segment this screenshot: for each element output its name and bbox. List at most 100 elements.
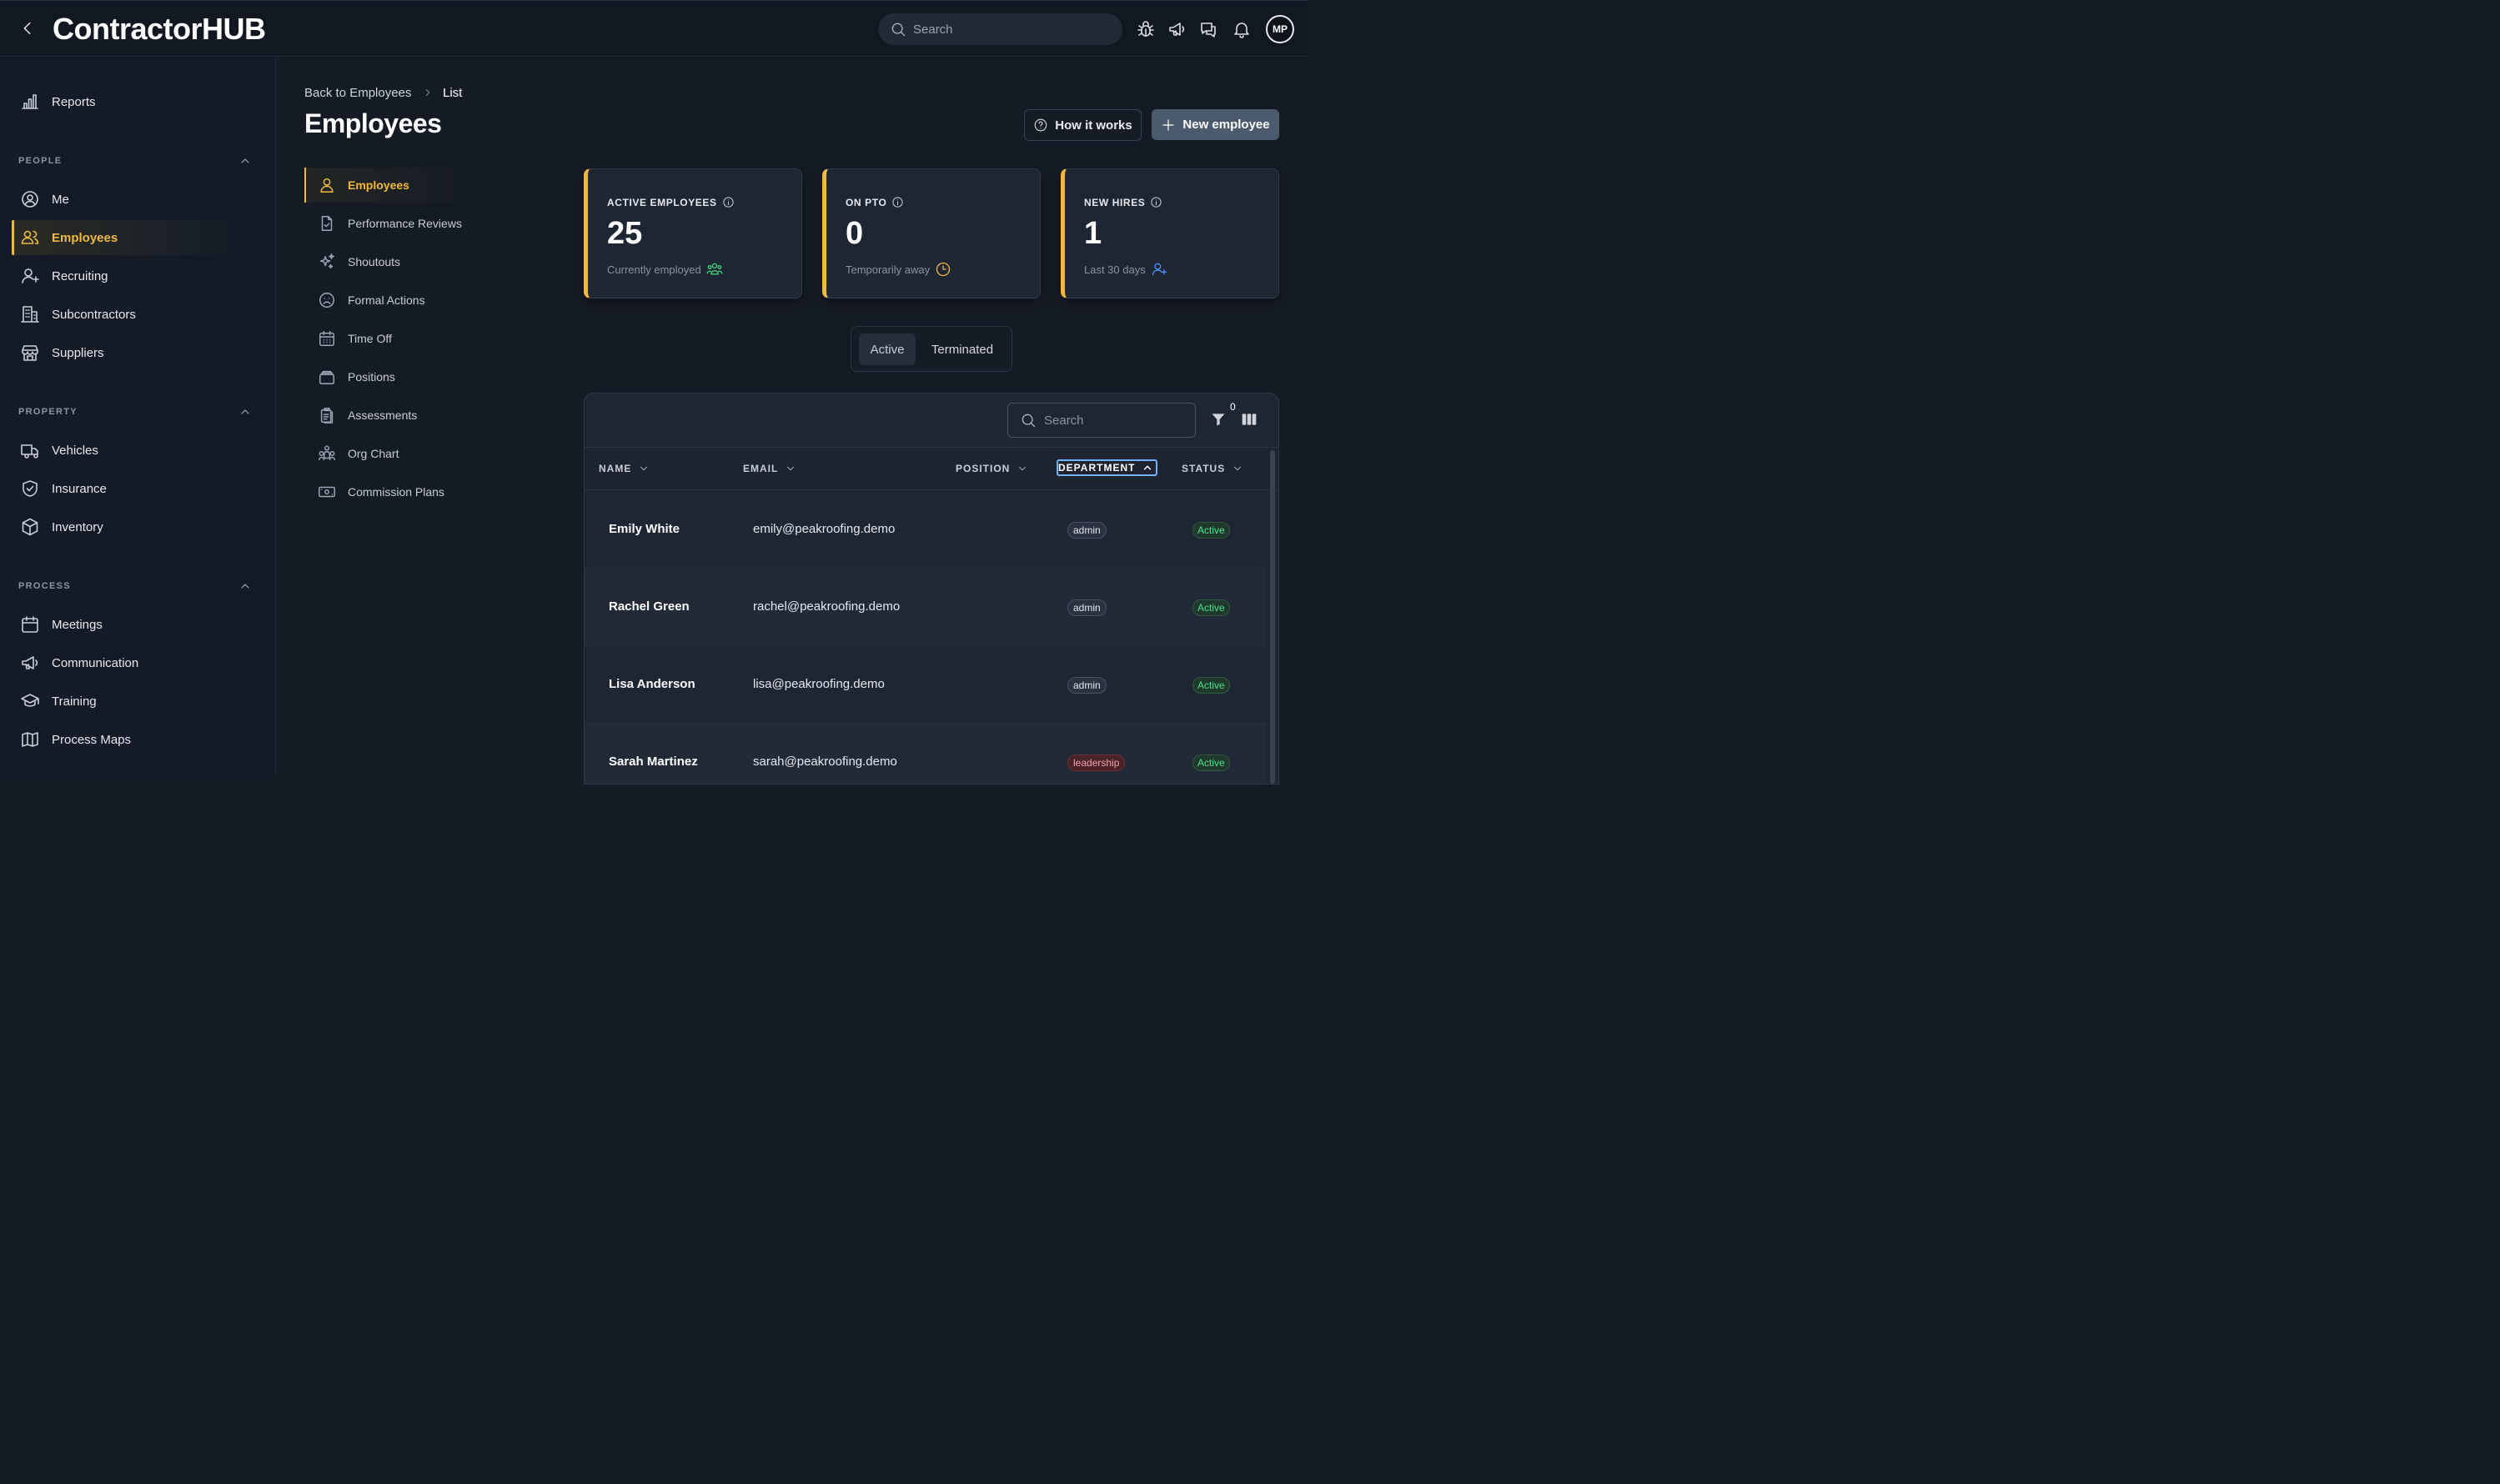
sidebar-item-meetings[interactable]: Meetings <box>12 607 250 642</box>
search-placeholder: Search <box>913 22 953 37</box>
info-icon[interactable] <box>1150 196 1162 208</box>
calendar-icon <box>319 331 334 346</box>
stat-card-new-hires: NEW HIRES 1 Last 30 days <box>1061 168 1279 298</box>
employee-name[interactable]: Emily White <box>609 522 680 536</box>
user-circle-icon <box>22 191 38 208</box>
status-badge: Active <box>1192 599 1230 616</box>
sidebar-item-vehicles[interactable]: Vehicles <box>12 433 250 468</box>
employees-table: Search 0 NAME EMAIL POSITION DEPARTMENT … <box>584 393 1279 785</box>
submenu-performance-reviews[interactable]: Performance Reviews <box>304 206 471 241</box>
table-row[interactable]: Sarah Martinez sarah@peakroofing.demo le… <box>585 724 1266 784</box>
sidebar-item-inventory[interactable]: Inventory <box>12 509 250 544</box>
submenu-org-chart[interactable]: Org Chart <box>304 436 471 471</box>
bar-chart-icon <box>22 94 38 109</box>
sidebar-item-insurance[interactable]: Insurance <box>12 471 250 506</box>
column-header-status[interactable]: STATUS <box>1182 463 1243 474</box>
layers-icon <box>319 370 334 384</box>
page-title: Employees <box>304 108 442 138</box>
submenu-formal-actions[interactable]: Formal Actions <box>304 283 471 318</box>
new-employee-button[interactable]: New employee <box>1152 109 1279 140</box>
user-icon <box>320 178 334 193</box>
megaphone-icon[interactable] <box>1167 19 1187 39</box>
building-icon <box>21 306 39 323</box>
card-value: 1 <box>1084 216 1102 251</box>
status-toggle: Active Terminated <box>851 326 1012 372</box>
user-avatar[interactable]: MP <box>1266 15 1294 43</box>
sidebar-item-employees[interactable]: Employees <box>12 220 250 255</box>
sidebar-item-process-maps[interactable]: Process Maps <box>12 722 250 757</box>
filter-icon[interactable] <box>1210 411 1227 428</box>
chevron-up-icon[interactable] <box>238 154 252 168</box>
table-scrollbar[interactable] <box>1270 450 1275 784</box>
status-badge: Active <box>1192 755 1230 771</box>
bug-icon[interactable] <box>1136 19 1156 39</box>
column-header-department[interactable]: DEPARTMENT <box>1057 459 1158 476</box>
back-arrow-icon[interactable] <box>18 19 37 38</box>
column-header-name[interactable]: NAME <box>599 463 650 474</box>
status-badge: Active <box>1192 522 1230 539</box>
sparkles-icon <box>319 253 334 269</box>
users-icon <box>21 230 39 244</box>
submenu-time-off[interactable]: Time Off <box>304 321 471 356</box>
submenu-positions[interactable]: Positions <box>304 359 471 394</box>
columns-icon[interactable] <box>1241 411 1258 428</box>
table-row[interactable]: Lisa Anderson lisa@peakroofing.demo admi… <box>585 646 1266 724</box>
table-search-placeholder: Search <box>1044 413 1084 428</box>
table-row[interactable]: Rachel Green rachel@peakroofing.demo adm… <box>585 569 1266 646</box>
how-it-works-button[interactable]: How it works <box>1024 109 1142 141</box>
sidebar: Reports PEOPLE Me Employees Recruiting S… <box>0 58 276 776</box>
toggle-active[interactable]: Active <box>859 333 916 365</box>
info-icon[interactable] <box>722 196 735 208</box>
card-value: 25 <box>607 216 643 251</box>
info-icon[interactable] <box>891 196 904 208</box>
employee-name[interactable]: Rachel Green <box>609 599 690 614</box>
column-header-position[interactable]: POSITION <box>956 463 1028 474</box>
app-logo[interactable]: ContractorHUB <box>53 12 266 47</box>
stat-card-active-employees: ACTIVE EMPLOYEES 25 Currently employed <box>584 168 802 298</box>
card-label: ACTIVE EMPLOYEES <box>607 196 717 208</box>
employee-name[interactable]: Sarah Martinez <box>609 755 698 769</box>
chevron-up-icon[interactable] <box>238 405 252 419</box>
section-label-property: PROPERTY <box>18 407 78 417</box>
global-search-input[interactable]: Search <box>878 13 1122 45</box>
column-header-email[interactable]: EMAIL <box>743 463 796 474</box>
sidebar-item-reports[interactable]: Reports <box>12 84 250 119</box>
submenu-shoutouts[interactable]: Shoutouts <box>304 244 471 279</box>
employee-email: sarah@peakroofing.demo <box>753 755 897 769</box>
sidebar-item-recruiting[interactable]: Recruiting <box>12 258 250 293</box>
table-header: NAME EMAIL POSITION DEPARTMENT STATUS <box>585 447 1278 490</box>
sidebar-item-subcontractors[interactable]: Subcontractors <box>12 297 250 332</box>
clock-icon <box>936 262 951 277</box>
calendar-icon <box>22 616 38 633</box>
filter-count-badge: 0 <box>1230 401 1236 413</box>
sidebar-item-suppliers[interactable]: Suppliers <box>12 335 250 370</box>
chevron-up-icon <box>1144 465 1152 470</box>
sidebar-item-communication[interactable]: Communication <box>12 645 250 680</box>
bell-icon[interactable] <box>1232 19 1252 39</box>
employee-email: lisa@peakroofing.demo <box>753 677 885 691</box>
chat-icon[interactable] <box>1198 19 1218 39</box>
department-badge: admin <box>1067 677 1107 694</box>
stat-card-on-pto: ON PTO 0 Temporarily away <box>822 168 1041 298</box>
employee-email: rachel@peakroofing.demo <box>753 599 901 614</box>
submenu-employees[interactable]: Employees <box>304 168 471 203</box>
card-value: 0 <box>846 216 864 251</box>
user-plus-icon <box>22 268 39 283</box>
chevron-up-icon[interactable] <box>238 579 252 593</box>
table-search-input[interactable]: Search <box>1007 403 1196 438</box>
search-icon <box>1022 414 1036 428</box>
submenu-commission-plans[interactable]: Commission Plans <box>304 474 471 509</box>
submenu-assessments[interactable]: Assessments <box>304 398 471 433</box>
department-badge: leadership <box>1067 755 1126 771</box>
box-icon <box>22 518 38 536</box>
toggle-terminated[interactable]: Terminated <box>921 333 1003 365</box>
sidebar-item-training[interactable]: Training <box>12 684 250 719</box>
breadcrumb-back-link[interactable]: Back to Employees <box>304 86 411 100</box>
clipboard-icon <box>320 408 334 424</box>
chevron-down-icon <box>1234 466 1242 471</box>
sidebar-item-me[interactable]: Me <box>12 182 250 217</box>
chevron-down-icon <box>787 466 795 471</box>
employee-name[interactable]: Lisa Anderson <box>609 677 695 691</box>
table-row[interactable]: Emily White emily@peakroofing.demo admin… <box>585 491 1266 569</box>
status-badge: Active <box>1192 677 1230 694</box>
